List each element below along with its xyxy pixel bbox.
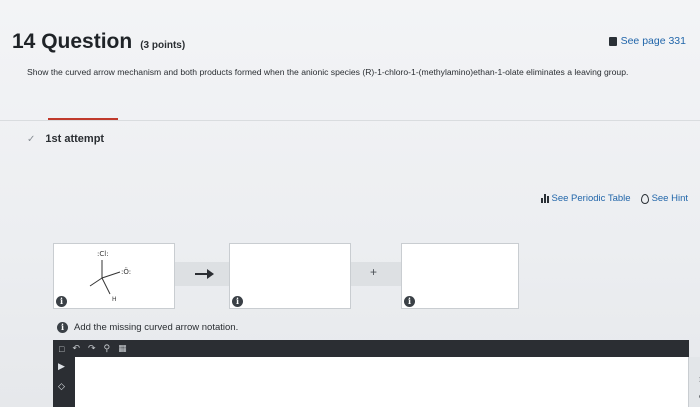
info-icon[interactable]: i <box>404 296 415 307</box>
question-page: 14 Question (3 points) See page 331 Show… <box>0 0 700 407</box>
info-icon[interactable]: i <box>232 296 243 307</box>
instruction-text: Add the missing curved arrow notation. <box>74 322 239 333</box>
question-header: 14 Question (3 points) <box>12 30 185 54</box>
hint-label: See Hint <box>651 193 688 204</box>
template-icon[interactable]: ▦ <box>118 343 127 354</box>
eraser-icon[interactable]: ◇ <box>58 381 65 392</box>
divider-accent <box>48 118 118 120</box>
info-icon: i <box>57 322 68 333</box>
product-box-2[interactable] <box>401 243 519 309</box>
chevron-down-icon: ✓ <box>27 133 36 145</box>
zoom-icon[interactable]: ⚲ <box>104 343 111 354</box>
hint-link[interactable]: See Hint <box>640 193 688 204</box>
attempt-label: 1st attempt <box>45 133 105 145</box>
document-icon[interactable]: □ <box>59 344 64 354</box>
select-icon[interactable]: ▶ <box>58 361 65 372</box>
question-number: 14 Question <box>12 30 133 53</box>
product-box-1[interactable] <box>229 243 351 309</box>
periodic-table-label: See Periodic Table <box>551 193 631 204</box>
question-points: (3 points) <box>140 40 186 51</box>
tools-bar: See Periodic Table See Hint <box>540 193 688 204</box>
divider <box>0 120 700 121</box>
undo-icon[interactable]: ↶ <box>72 343 80 354</box>
see-page-link[interactable]: See page 331 <box>608 35 686 47</box>
periodic-table-link[interactable]: See Periodic Table <box>540 193 631 204</box>
info-icon[interactable]: i <box>56 296 67 307</box>
h-label: H <box>112 296 117 303</box>
question-prompt: Show the curved arrow mechanism and both… <box>27 67 629 77</box>
bar-chart-icon <box>540 194 549 203</box>
cl-label: :Cl: <box>97 250 109 258</box>
reaction-arrow-icon <box>195 269 214 279</box>
drawing-toolbar: □ ↶ ↷ ⚲ ▦ <box>53 340 689 357</box>
see-page-label: See page 331 <box>620 35 686 47</box>
reactant-molecule: :Cl: :Ö: H <box>89 250 131 303</box>
attempt-header[interactable]: ✓ 1st attempt <box>27 133 104 145</box>
drawing-canvas[interactable] <box>53 357 689 407</box>
redo-icon[interactable]: ↷ <box>88 343 96 354</box>
o-minus-label: :Ö: <box>121 267 131 276</box>
book-icon <box>608 36 617 46</box>
plus-sign: + <box>370 265 378 279</box>
lightbulb-icon <box>640 193 649 204</box>
